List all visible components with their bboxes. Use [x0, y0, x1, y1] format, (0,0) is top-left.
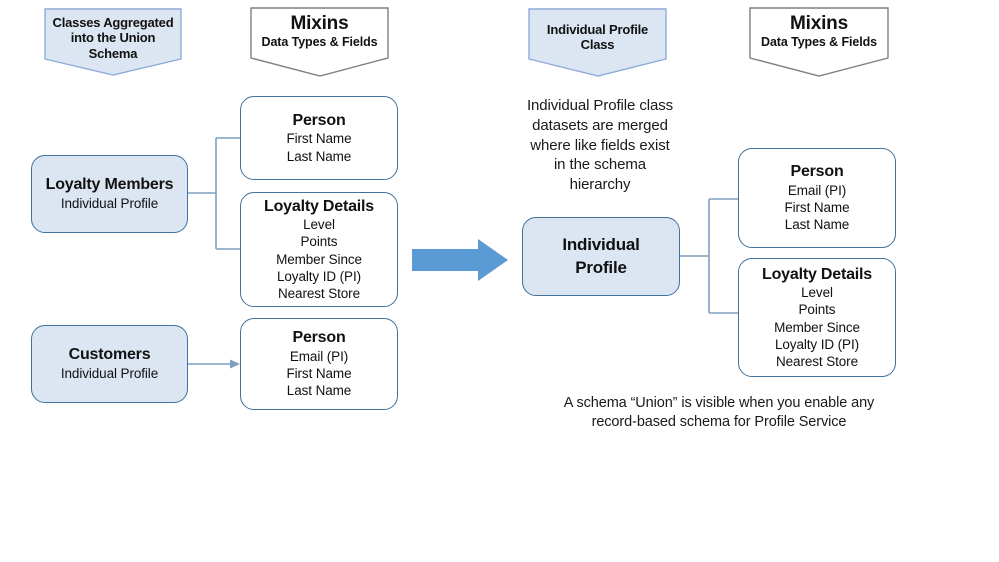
- banner-mixins-right-title: Mixins: [790, 13, 848, 34]
- merged-person-title: Person: [790, 163, 844, 181]
- person-customers-field-2: Last Name: [286, 383, 352, 399]
- loyalty-details-field-2: Member Since: [276, 251, 362, 267]
- banner-profile-class-line-2: Class: [580, 37, 615, 53]
- mixin-box-loyalty-details[interactable]: Loyalty Details Level Points Member Sinc…: [240, 192, 398, 307]
- customers-subtitle: Individual Profile: [60, 365, 159, 381]
- note-line-3: in the schema: [553, 156, 647, 174]
- loyalty-details-field-1: Points: [300, 234, 338, 250]
- merged-loyalty-details-title: Loyalty Details: [762, 265, 872, 283]
- banner-individual-profile-class: Individual Profile Class: [529, 9, 666, 76]
- note-line-1: datasets are merged: [532, 116, 668, 134]
- banner-mixins-right: Mixins Data Types & Fields: [750, 8, 888, 76]
- source-box-customers[interactable]: Customers Individual Profile: [31, 325, 188, 403]
- loyalty-members-subtitle: Individual Profile: [60, 195, 159, 211]
- merged-box-individual-profile[interactable]: Individual Profile: [522, 217, 680, 296]
- person-loyalty-field-1: Last Name: [286, 148, 352, 164]
- merged-mixin-box-loyalty-details[interactable]: Loyalty Details Level Points Member Sinc…: [738, 258, 896, 377]
- loyalty-details-field-3: Loyalty ID (PI): [276, 268, 362, 284]
- caption-line-0: A schema “Union” is visible when you ena…: [563, 395, 875, 411]
- customers-title: Customers: [68, 346, 151, 364]
- merged-person-field-2: Last Name: [784, 217, 850, 233]
- union-schema-caption: A schema “Union” is visible when you ena…: [519, 394, 919, 432]
- banner-mixins-left-title: Mixins: [290, 13, 349, 34]
- merged-loyalty-details-field-0: Level: [801, 285, 833, 301]
- banner-classes-line-2: into the Union: [70, 30, 156, 46]
- mixin-box-person-loyalty[interactable]: Person First Name Last Name: [240, 96, 398, 180]
- banner-classes-line-3: Schema: [88, 45, 138, 61]
- merged-loyalty-details-field-4: Nearest Store: [776, 354, 858, 370]
- merged-person-field-1: First Name: [784, 200, 850, 216]
- loyalty-details-field-0: Level: [303, 217, 335, 233]
- banner-classes-aggregated: Classes Aggregated into the Union Schema: [45, 9, 181, 75]
- connector-customers-arrow: [188, 359, 240, 369]
- note-line-0: Individual Profile class: [526, 97, 673, 114]
- banner-mixins-right-subtitle: Data Types & Fields: [761, 35, 877, 50]
- merged-person-field-0: Email (PI): [787, 182, 847, 198]
- diagram-canvas: Classes Aggregated into the Union Schema…: [0, 0, 999, 562]
- banner-mixins-left: Mixins Data Types & Fields: [251, 8, 388, 76]
- loyalty-details-field-4: Nearest Store: [278, 286, 360, 302]
- person-customers-title: Person: [292, 329, 346, 347]
- person-loyalty-field-0: First Name: [286, 131, 352, 147]
- source-box-loyalty-members[interactable]: Loyalty Members Individual Profile: [31, 155, 188, 233]
- merged-loyalty-details-field-1: Points: [798, 302, 836, 318]
- transform-arrow: [412, 239, 508, 281]
- banner-classes-line-1: Classes Aggregated: [52, 15, 174, 30]
- note-line-4: hierarchy: [569, 176, 631, 194]
- connector-individual-profile-bracket: [680, 198, 738, 314]
- merged-loyalty-details-field-3: Loyalty ID (PI): [774, 336, 860, 352]
- merge-explanation-note: Individual Profile class datasets are me…: [510, 96, 690, 195]
- merged-loyalty-details-field-2: Member Since: [774, 319, 860, 335]
- merged-mixin-box-person[interactable]: Person Email (PI) First Name Last Name: [738, 148, 896, 248]
- loyalty-members-title: Loyalty Members: [45, 176, 174, 194]
- loyalty-details-title: Loyalty Details: [264, 197, 374, 215]
- connector-loyalty-members-bracket: [188, 137, 240, 250]
- banner-profile-class-line-1: Individual Profile: [546, 22, 649, 37]
- note-line-2: where like fields exist: [530, 136, 670, 154]
- individual-profile-line-0: Individual: [562, 234, 640, 254]
- person-customers-field-0: Email (PI): [289, 348, 349, 364]
- banner-mixins-left-subtitle: Data Types & Fields: [261, 35, 378, 50]
- individual-profile-line-1: Profile: [575, 257, 627, 277]
- person-loyalty-title: Person: [292, 111, 346, 129]
- caption-line-1: record-based schema for Profile Service: [591, 414, 847, 431]
- mixin-box-person-customers[interactable]: Person Email (PI) First Name Last Name: [240, 318, 398, 410]
- person-customers-field-1: First Name: [286, 366, 352, 382]
